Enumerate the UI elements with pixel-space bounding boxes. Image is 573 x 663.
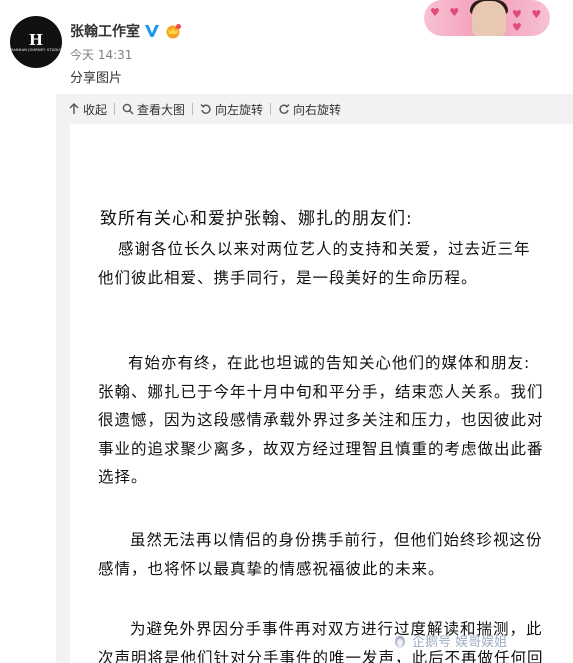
image-toolbar: 收起 查看大图 向左旋转 向右旋转: [56, 94, 573, 124]
letter-line: 感情，也将怀以最真挚的情感祝福彼此的未来。: [98, 559, 445, 578]
watermark: 企鹅号 娱哥娱姐: [392, 631, 507, 650]
rotate-right-icon: [279, 104, 290, 114]
magnifier-icon: [122, 103, 134, 115]
post-description: 分享图片: [70, 71, 123, 86]
arrow-up-icon: [69, 103, 79, 114]
rotate-left-icon: [200, 104, 211, 114]
view-large-label: 查看大图: [137, 102, 186, 117]
rotate-right-button[interactable]: 向右旋转: [278, 101, 341, 118]
letter-paragraph: 虽然无法再以情侣的身份携手前行，但他们始终珍视这份 感情，也将怀以最真挚的情感祝…: [98, 526, 558, 583]
letter-line: 他们彼此相爱、携手同行，是一段美好的生命历程。: [98, 268, 478, 287]
letter-line: 虽然无法再以情侣的身份携手前行，但他们始终珍视这份: [130, 531, 543, 549]
rotate-left-button[interactable]: 向左旋转: [200, 101, 263, 118]
collapse-label: 收起: [83, 102, 108, 117]
avatar-logo-letter: H: [28, 30, 44, 49]
divider: [114, 103, 116, 115]
avatar[interactable]: H HANHAN JOURNEY STUDIO: [10, 16, 62, 68]
view-large-button[interactable]: 查看大图: [122, 101, 185, 118]
collapse-button[interactable]: 收起: [68, 101, 107, 118]
rotate-right-label: 向右旋转: [293, 102, 342, 117]
letter-line: 有始亦有终，在此也坦诚的告知关心他们的媒体和朋友:: [128, 354, 531, 372]
statement-image[interactable]: 致所有关心和爱护张翰、娜扎的朋友们: 感谢各位长久以来对两位艺人的支持和关爱，过…: [70, 124, 573, 663]
divider: [192, 103, 194, 115]
divider: [270, 103, 272, 115]
penguin-logo-icon: [395, 635, 405, 647]
heart-decoration-icon: ♥ ♥ ♥: [512, 8, 545, 34]
post-time[interactable]: 今天 14:31: [70, 46, 132, 63]
letter-line: 感谢各位长久以来对两位艺人的支持和关爱，过去近三年: [118, 240, 531, 258]
author-name[interactable]: 张翰工作室: [70, 21, 140, 41]
letter-line: 张翰、娜扎已于今年十月中旬和平分手，结束恋人关系。我们: [98, 382, 544, 401]
watermark-text: 企鹅号 娱哥娱姐: [412, 635, 508, 650]
letter-paragraph: 感谢各位长久以来对两位艺人的支持和关爱，过去近三年 他们彼此相爱、携手同行，是一…: [98, 235, 558, 292]
letter-line: 事业的追求聚少离多，故双方经过理智且慎重的考虑做出此番: [98, 439, 544, 458]
verified-v-icon[interactable]: [144, 23, 160, 39]
letter-title: 致所有关心和爱护张翰、娜扎的朋友们:: [100, 209, 413, 229]
avatar-logo-subtext: HANHAN JOURNEY STUDIO: [10, 47, 62, 52]
rotate-left-label: 向左旋转: [215, 102, 264, 117]
letter-paragraph: 有始亦有终，在此也坦诚的告知关心他们的媒体和朋友: 张翰、娜扎已于今年十月中旬和…: [98, 349, 558, 492]
letter-line: 选择。: [98, 468, 148, 486]
letter-line: 很遗憾，因为这段感情承载外界过多关注和压力，也因彼此对: [98, 411, 544, 429]
banner-portrait: [472, 1, 506, 36]
promo-banner[interactable]: ♥ ♥ ♥ ♥ ♥ ♥: [424, 0, 550, 36]
post-header: H HANHAN JOURNEY STUDIO 张翰工作室 今天 14:31 分…: [0, 0, 573, 94]
author-row: 张翰工作室: [70, 21, 182, 41]
vip-crown-icon[interactable]: [164, 23, 182, 39]
